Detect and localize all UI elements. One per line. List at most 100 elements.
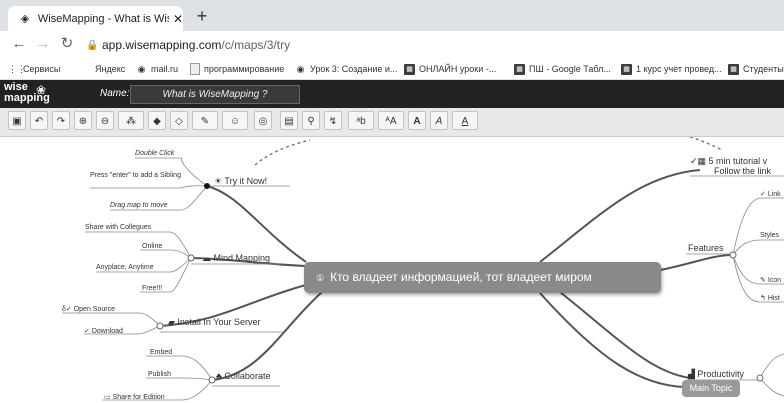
- topic-features[interactable]: Features: [688, 243, 724, 253]
- redo-icon[interactable]: ↷: [52, 111, 70, 130]
- apps-icon: ⋮⋮: [8, 63, 26, 74]
- relationship-icon[interactable]: ↯: [324, 111, 342, 130]
- back-arrow-icon[interactable]: ←: [10, 35, 28, 53]
- branch-try: [206, 185, 307, 263]
- border-color-icon[interactable]: ✎: [192, 111, 218, 130]
- close-tab-icon[interactable]: ✕: [173, 12, 183, 26]
- subtopic-label: Hist: [767, 295, 780, 302]
- brain-logo-icon: ❀: [36, 83, 47, 97]
- topic-label: Productivity: [697, 369, 744, 379]
- bookmark-label: программирование: [204, 64, 285, 74]
- subtopic-history[interactable]: ↰ Hist: [760, 294, 780, 302]
- zoom-out-icon[interactable]: ⊖: [96, 111, 114, 130]
- subtopic-free[interactable]: Free!!!: [142, 285, 162, 292]
- subtopic-label: Open Source: [73, 306, 115, 313]
- forward-arrow-icon[interactable]: →: [34, 35, 52, 53]
- font-color-icon[interactable]: A: [452, 111, 478, 130]
- subtopic-drag-map[interactable]: Drag map to move: [110, 202, 168, 209]
- bookmark-course[interactable]: ▦ 1 курс учет провед...: [621, 61, 722, 77]
- subtopic-online[interactable]: Online: [142, 243, 162, 250]
- subtopic-label: Share for Edition: [112, 394, 165, 401]
- subtopic-open-source[interactable]: δ✓ Open Source: [62, 305, 115, 313]
- bookmark-label: ОНЛАЙН уроки -...: [419, 64, 497, 74]
- relationship-line-try: [254, 139, 311, 166]
- subtopic-embed[interactable]: Embed: [150, 349, 172, 356]
- note-icon[interactable]: ▤: [280, 111, 298, 130]
- connector-dot: [156, 322, 164, 330]
- subtopic-anyplace[interactable]: Anyplace, Anytime: [96, 264, 154, 271]
- connector-dot: [208, 376, 216, 384]
- url-path: /c/maps/3/try: [221, 38, 291, 52]
- font-bold-icon[interactable]: A: [408, 111, 426, 130]
- topic-main-topic[interactable]: Main Topic: [682, 380, 740, 397]
- topic-shape-icon[interactable]: ⁂: [118, 111, 144, 130]
- topic-tutorial[interactable]: ✓▦ 5 min tutorial v Follow the link: [690, 156, 771, 176]
- bookmark-label: Яндекс: [95, 64, 126, 74]
- topic-icon-picker-icon[interactable]: ☺: [222, 111, 248, 130]
- font-size-icon[interactable]: ᴬA: [378, 111, 404, 130]
- subtopic-press-enter[interactable]: Press "enter" to add a Sibling: [90, 172, 182, 180]
- central-topic[interactable]: ① Кто владеет информацией, тот владеет ми…: [304, 262, 661, 293]
- bookmark-mailru[interactable]: ◉ mail.ru: [136, 61, 178, 77]
- sheet-icon: ▦: [621, 63, 632, 75]
- subtopic-label: Link: [767, 191, 781, 198]
- subtopic-download[interactable]: ✓ Download: [84, 327, 123, 335]
- branch-main-topic: [539, 292, 685, 388]
- subtopic-publish[interactable]: Publish: [148, 371, 171, 378]
- check-icon: ✓: [760, 191, 768, 198]
- zoom-in-icon[interactable]: ⊕: [74, 111, 92, 130]
- subtopic-share-collegues[interactable]: Share with Collegues: [85, 224, 151, 231]
- topic-try-it-now[interactable]: ☀ Try it Now!: [214, 176, 267, 187]
- subtopic-share-edition[interactable]: ▭ Share for Edition: [104, 393, 165, 401]
- map-name-label: Name:: [100, 88, 130, 99]
- wisemapping-favicon-icon: ◈: [20, 12, 30, 25]
- subtopic-label: Download: [91, 328, 123, 335]
- topic-install[interactable]: ▰ Install In Your Server: [168, 317, 260, 328]
- bookmark-label: 1 курс учет провед...: [636, 64, 722, 74]
- save-icon[interactable]: ▣: [8, 111, 26, 130]
- doc-icon: [190, 63, 200, 75]
- tutorial-line1: 5 min tutorial v: [708, 156, 768, 166]
- subtopic-link[interactable]: ✓ Link: [760, 190, 781, 198]
- logo-line2: mapping: [4, 92, 50, 104]
- topic-collaborate[interactable]: ♣ Collaborate: [216, 371, 270, 381]
- brush-icon: ✎: [760, 277, 768, 284]
- browser-tab[interactable]: ◈ WiseMapping - What is WiseMap ✕: [8, 6, 183, 31]
- font-italic-icon[interactable]: A: [430, 111, 448, 130]
- subtopic-icon[interactable]: ✎ Icon: [760, 276, 781, 284]
- font-type-icon[interactable]: ᵃb: [348, 111, 374, 130]
- bookmark-psh[interactable]: ▦ ПШ - Google Табл...: [514, 61, 611, 77]
- topic-label: Install In Your Server: [177, 317, 261, 327]
- subtopic-double-click[interactable]: Double Click: [135, 150, 174, 157]
- topic-mind-mapping[interactable]: ☁ Mind Mapping: [202, 253, 270, 264]
- video-icon: ✓▦: [690, 156, 709, 166]
- topic-productivity[interactable]: ▟ Productivity: [688, 369, 744, 380]
- topic-style-icon[interactable]: ◎: [254, 111, 272, 130]
- new-tab-icon[interactable]: +: [192, 6, 212, 26]
- undo-icon[interactable]: ↶: [30, 111, 48, 130]
- share-icon: ▭: [104, 394, 113, 401]
- bookmark-students[interactable]: ▦ Студенты: [728, 61, 784, 77]
- bookmark-yandex[interactable]: Яндекс: [95, 61, 125, 77]
- bookmark-online-lessons[interactable]: ▦ ОНЛАЙН уроки -...: [404, 61, 496, 77]
- bookmark-programming[interactable]: программирование: [190, 61, 284, 77]
- bookmark-lesson3[interactable]: ◉ Урок 3: Создание и...: [295, 61, 398, 77]
- branch-tutorial: [539, 169, 701, 263]
- tutorial-line2: Follow the link: [714, 166, 772, 176]
- branch-collab: [211, 291, 323, 381]
- history-icon: ↰: [760, 295, 768, 302]
- branch-productivity: [559, 291, 691, 379]
- map-name-field[interactable]: What is WiseMapping ?: [130, 85, 300, 104]
- connector-dot: [729, 251, 737, 259]
- reload-icon[interactable]: ↻: [58, 35, 76, 53]
- subtopic-styles[interactable]: Styles: [760, 232, 779, 239]
- address-bar[interactable]: 🔒 app.wisemapping.com/c/maps/3/try: [86, 35, 784, 55]
- lightbulb-icon: ☀: [214, 176, 225, 186]
- delete-topic-icon[interactable]: ◇: [170, 111, 188, 130]
- add-topic-icon[interactable]: ◆: [148, 111, 166, 130]
- link-icon[interactable]: ⚲: [302, 111, 320, 130]
- relationship-line-tutorial: [689, 137, 723, 151]
- sheet-icon: ▦: [514, 63, 525, 75]
- wisemapping-logo[interactable]: wise mapping: [4, 82, 64, 106]
- bookmark-apps[interactable]: ⋮⋮ Сервисы: [8, 61, 60, 77]
